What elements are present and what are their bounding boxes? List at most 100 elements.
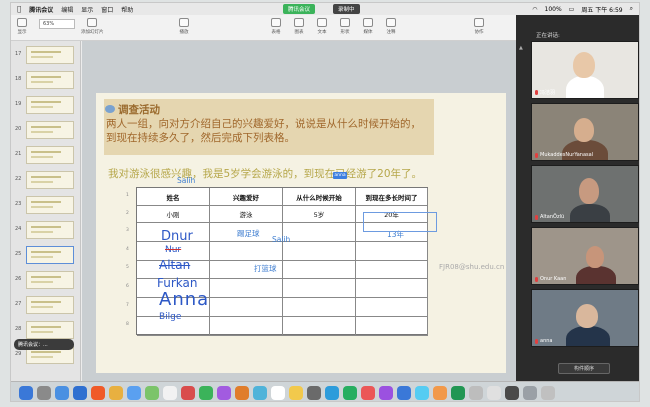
- table-cell[interactable]: [210, 298, 283, 317]
- participant-tile[interactable]: anna: [531, 289, 639, 347]
- dock-app-icon[interactable]: [217, 385, 231, 400]
- typed-hobby-football[interactable]: 踢足球: [237, 228, 260, 239]
- text-button[interactable]: 文本: [317, 18, 327, 35]
- dock-app-icon[interactable]: [145, 385, 159, 400]
- dock-app-icon[interactable]: [37, 385, 51, 400]
- participant-tile[interactable]: MukaddesNurYanasal: [531, 103, 639, 161]
- survey-table[interactable]: 姓名 兴趣爱好 从什么时候开始 到现在多长时间了 小刚 游泳 5岁 20年 Sa…: [136, 176, 437, 336]
- media-button[interactable]: 媒体: [363, 18, 373, 35]
- example-name[interactable]: 小刚: [137, 206, 210, 223]
- dock-app-icon[interactable]: [415, 385, 429, 400]
- dock-app-icon[interactable]: [253, 385, 267, 400]
- slide-thumbnail[interactable]: 28: [11, 320, 80, 340]
- dock-app-icon[interactable]: [343, 385, 357, 400]
- table-cell[interactable]: [356, 260, 428, 280]
- table-cell[interactable]: [356, 241, 428, 261]
- dock-app-icon[interactable]: [91, 385, 105, 400]
- dock-app-icon[interactable]: [289, 385, 303, 400]
- header-name[interactable]: 姓名: [137, 188, 210, 206]
- dock-app-icon[interactable]: [127, 385, 141, 400]
- wifi-icon[interactable]: ◠: [532, 6, 537, 13]
- dock-app-icon[interactable]: [487, 385, 501, 400]
- table-cell[interactable]: [356, 298, 428, 317]
- zoom-select[interactable]: 63%: [39, 19, 75, 29]
- dock-app-icon[interactable]: [541, 385, 555, 400]
- slide-thumbnail[interactable]: 17: [11, 45, 80, 65]
- table-cell[interactable]: [283, 298, 356, 317]
- example-hobby[interactable]: 游泳: [210, 206, 283, 223]
- dock-app-icon[interactable]: [361, 385, 375, 400]
- dock-app-icon[interactable]: [451, 385, 465, 400]
- slide-thumbnail[interactable]: 26: [11, 270, 80, 290]
- table-cell[interactable]: [210, 279, 283, 299]
- slide-thumbnail[interactable]: 22: [11, 170, 80, 190]
- apple-icon[interactable]: : [17, 5, 21, 13]
- dock-app-icon[interactable]: [163, 385, 177, 400]
- example-start[interactable]: 5岁: [283, 206, 356, 223]
- dock-app-icon[interactable]: [307, 385, 321, 400]
- slide-thumbnail[interactable]: 25: [11, 245, 80, 265]
- table-cell[interactable]: [356, 317, 428, 336]
- dock-app-icon[interactable]: [325, 385, 339, 400]
- dock-app-icon[interactable]: [181, 385, 195, 400]
- participant-tile[interactable]: AltanÖzlü: [531, 165, 639, 223]
- table-cell[interactable]: [283, 317, 356, 336]
- chevron-up-icon[interactable]: ▲: [519, 45, 523, 51]
- dock-app-icon[interactable]: [73, 385, 87, 400]
- dock-app-icon[interactable]: [199, 385, 213, 400]
- participant-tile[interactable]: 冯洁羽: [531, 41, 639, 99]
- dock-app-icon[interactable]: [469, 385, 483, 400]
- search-icon[interactable]: ⌕: [630, 5, 633, 13]
- menu-app-name[interactable]: 腾讯会议: [29, 5, 53, 14]
- clock[interactable]: 周五 下午 6:59: [581, 5, 622, 14]
- menu-window[interactable]: 窗口: [101, 5, 113, 14]
- dock-app-icon[interactable]: [505, 385, 519, 400]
- comment-button[interactable]: 注释: [386, 18, 396, 35]
- slide-thumbnail[interactable]: 19: [11, 95, 80, 115]
- typed-salih-top[interactable]: Salih: [177, 176, 195, 185]
- dock-app-icon[interactable]: [397, 385, 411, 400]
- table-cell[interactable]: [283, 223, 356, 242]
- table-cell[interactable]: [283, 260, 356, 280]
- dock-app-icon[interactable]: [379, 385, 393, 400]
- table-cell[interactable]: [356, 279, 428, 299]
- table-cell[interactable]: [210, 317, 283, 336]
- header-start[interactable]: 从什么时候开始: [283, 188, 356, 206]
- slide-thumbnail[interactable]: 24: [11, 220, 80, 240]
- play-button[interactable]: 播放: [179, 18, 189, 35]
- slide-thumbnail[interactable]: 18: [11, 70, 80, 90]
- add-slide-button[interactable]: 添加幻灯片: [81, 18, 104, 35]
- typed-salih-mid[interactable]: Salih: [272, 235, 290, 244]
- dock-app-icon[interactable]: [109, 385, 123, 400]
- view-button[interactable]: 显示: [17, 18, 27, 35]
- chart-button[interactable]: 图表: [294, 18, 304, 35]
- menu-edit[interactable]: 编辑: [61, 5, 73, 14]
- collaborate-button[interactable]: 协作: [474, 18, 484, 35]
- sort-button[interactable]: 构件顺序: [558, 363, 610, 374]
- table-cell[interactable]: [283, 241, 356, 261]
- header-duration[interactable]: 到现在多长时间了: [356, 188, 428, 206]
- table-cell[interactable]: [210, 241, 283, 261]
- table-cell[interactable]: [283, 279, 356, 299]
- table-button[interactable]: 表格: [271, 18, 281, 35]
- dock-app-icon[interactable]: [235, 385, 249, 400]
- typed-hobby-basketball[interactable]: 打篮球: [254, 263, 277, 274]
- slide-thumbnail[interactable]: 20: [11, 120, 80, 140]
- slide-thumbnail[interactable]: 27: [11, 295, 80, 315]
- slide-canvas[interactable]: 调查活动 两人一组，向对方介绍自己的兴趣爱好，说说是从什么时候开始的，到现在持续…: [82, 41, 516, 381]
- menu-help[interactable]: 帮助: [121, 5, 133, 14]
- dock-app-icon[interactable]: [523, 385, 537, 400]
- menu-view[interactable]: 显示: [81, 5, 93, 14]
- dock-app-icon[interactable]: [55, 385, 69, 400]
- meeting-status-pill[interactable]: 腾讯会议: [283, 4, 316, 14]
- dock-app-icon[interactable]: [271, 385, 285, 400]
- dock-app-icon[interactable]: [433, 385, 447, 400]
- slide[interactable]: 调查活动 两人一组，向对方介绍自己的兴趣爱好，说说是从什么时候开始的，到现在持续…: [96, 93, 506, 373]
- notification-toast[interactable]: 腾讯会议：...: [14, 339, 74, 350]
- header-hobby[interactable]: 兴趣爱好: [210, 188, 283, 206]
- slide-navigator[interactable]: 17 18 19 20 21 22 23 24 25 26 27 28 29 腾讯会议：...: [11, 41, 81, 381]
- participant-tile[interactable]: Onur Kaan: [531, 227, 639, 285]
- selected-cell-outline[interactable]: [363, 212, 437, 232]
- battery-icon[interactable]: ▭: [569, 6, 575, 13]
- dock-app-icon[interactable]: [19, 385, 33, 400]
